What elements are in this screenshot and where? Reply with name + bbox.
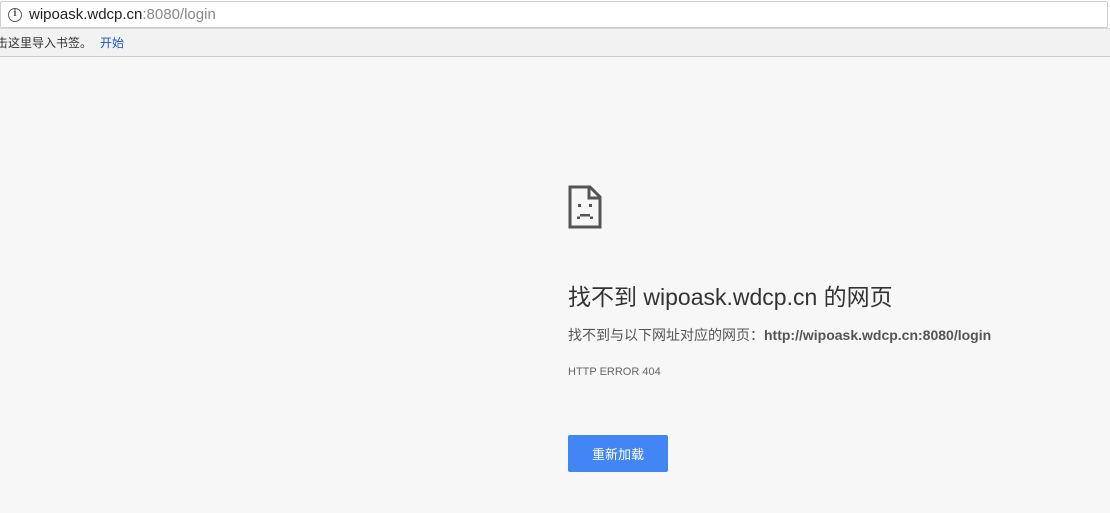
bookmarks-bar: 击这里导入书签。 开始 [0, 29, 1110, 57]
url-path: :8080/login [142, 6, 216, 23]
error-code: HTTP ERROR 404 [568, 366, 661, 378]
bookmarks-start-link[interactable]: 开始 [100, 34, 124, 51]
error-description-prefix: 找不到与以下网址对应的网页： [568, 327, 764, 343]
url-host: wipoask.wdcp.cn [29, 6, 143, 23]
reload-button[interactable]: 重新加载 [568, 435, 668, 472]
url-field[interactable]: i wipoask.wdcp.cn:8080/login [0, 1, 1108, 28]
error-description: 找不到与以下网址对应的网页：http://wipoask.wdcp.cn:808… [568, 325, 991, 345]
bookmarks-import-hint: 击这里导入书签。 [0, 36, 93, 50]
info-icon[interactable]: i [8, 7, 22, 22]
url-text[interactable]: wipoask.wdcp.cn:8080/login [29, 6, 216, 23]
address-bar: i wipoask.wdcp.cn:8080/login [0, 0, 1110, 29]
error-description-url: http://wipoask.wdcp.cn:8080/login [764, 327, 992, 343]
sad-document-icon [568, 185, 602, 229]
error-title: 找不到 wipoask.wdcp.cn 的网页 [568, 284, 893, 310]
